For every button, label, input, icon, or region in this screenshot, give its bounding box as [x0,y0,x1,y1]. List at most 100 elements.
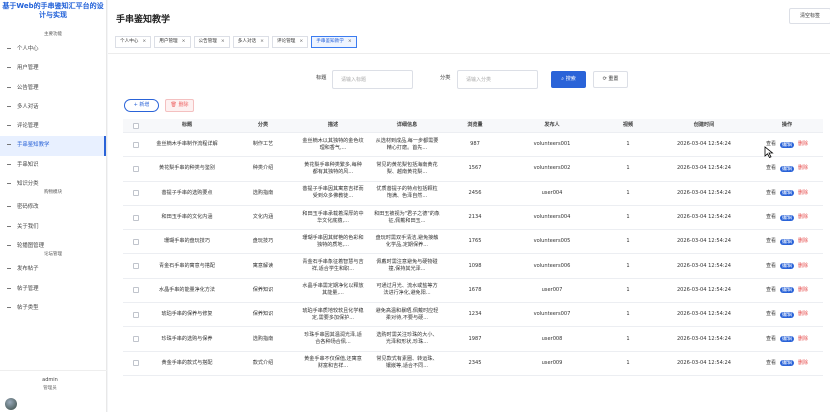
edit-button[interactable]: 编辑 [779,238,794,245]
edit-button[interactable]: 编辑 [779,190,794,197]
table-row: 金丝楠木手串制作流程详解 制作工艺 金丝楠木以其独特的金色纹理和香气,... 从选材到… [123,133,823,158]
sidebar-item-label: 轮播图管理 [17,242,44,249]
view-button[interactable]: 查看 [766,165,776,172]
sidebar-item-user-management[interactable]: 用户管理 [0,59,106,78]
cell-title: 菩提子手串的选购要点 [161,189,213,196]
sidebar-item-password[interactable]: 密码修改 [0,198,106,217]
reset-button[interactable]: ⟳ 重置 [593,71,628,88]
row-checkbox[interactable] [133,141,139,148]
cell-views: 2134 [468,214,482,221]
view-button[interactable]: 查看 [766,360,776,367]
edit-button[interactable]: 编辑 [779,141,794,148]
delete-button[interactable]: 删除 [798,214,808,221]
delete-button[interactable]: 删除 [798,165,808,172]
close-icon[interactable]: × [142,39,146,44]
cell-title: 和田玉手串的文化内涵 [161,214,213,221]
row-checkbox[interactable] [133,190,139,197]
row-checkbox[interactable] [133,287,139,294]
sidebar-item-personal-center[interactable]: 个人中心 [0,40,106,59]
edit-button[interactable]: 编辑 [779,263,794,270]
cell-detail: 选购时需关注珍珠的大小、光泽和形状,珍珠... [376,332,438,346]
view-button[interactable]: 查看 [766,190,776,197]
tab-announcement[interactable]: 公告管理 × [193,36,230,48]
add-button[interactable]: + 新增 [124,99,159,112]
cell-video: 1 [626,189,630,196]
search-button[interactable]: ⌕ 搜索 [551,71,586,88]
tab-user-management[interactable]: 用户管理 × [154,36,191,48]
view-button[interactable]: 查看 [766,238,776,245]
sidebar-item-post-management[interactable]: 帖子管理 [0,280,106,299]
tab-group-chat[interactable]: 多人对话 × [232,36,269,48]
cell-views: 1567 [468,165,482,172]
clear-tags-button[interactable]: 清空标签 [789,8,830,24]
view-button[interactable]: 查看 [766,263,776,270]
sidebar-item-about[interactable]: 关于我们 [0,218,106,237]
avatar[interactable] [5,398,17,410]
delete-button[interactable]: 删除 [798,287,808,294]
cell-views: 2456 [468,189,482,196]
cell-category: 盘玩技巧 [252,238,274,245]
cell-publisher: user009 [541,359,563,366]
table-row: 琥珀手串的保养与修复 保养知识 琥珀手串质地较软且化学稳定,需要多加保护... 避免高… [123,303,823,328]
close-icon[interactable]: × [221,39,225,44]
title-search-input[interactable] [332,70,413,89]
close-icon[interactable]: × [260,39,264,44]
view-button[interactable]: 查看 [766,214,776,221]
cell-views: 987 [470,141,480,148]
edit-button[interactable]: 编辑 [779,336,794,343]
delete-button[interactable]: 删除 [798,336,808,343]
delete-button[interactable]: 删除 [798,311,808,318]
cell-title: 珊瑚手串的盘玩技巧 [164,238,210,245]
edit-button[interactable]: 编辑 [779,311,794,318]
delete-button[interactable]: 删除 [798,238,808,245]
close-icon[interactable]: × [299,39,303,44]
sidebar-item-knowledge[interactable]: 手串知识 [0,156,106,175]
sidebar-item-knowledge-category[interactable]: 知识分类 [0,175,106,194]
delete-button[interactable]: 删除 [798,190,808,197]
edit-button[interactable]: 编辑 [779,165,794,172]
edit-button[interactable]: 编辑 [779,214,794,221]
row-checkbox[interactable] [133,238,139,245]
sidebar-item-carousel[interactable]: 轮播图管理 [0,237,106,256]
cell-detail: 佩戴时需注意避免与硬物碰撞,保持其光泽... [376,259,438,273]
sidebar-item-post-publish[interactable]: 发布帖子 [0,260,106,279]
cell-created: 2026-03-04 12:54:24 [676,141,732,148]
tab-teaching[interactable]: 手串鉴知教学 × [311,36,357,48]
view-button[interactable]: 查看 [766,287,776,294]
cell-publisher: volunteers007 [533,311,571,318]
category-search-input[interactable] [457,70,538,89]
sidebar-item-label: 帖子管理 [17,285,39,292]
cell-category: 选购指南 [252,189,274,196]
row-checkbox[interactable] [133,311,139,318]
edit-button[interactable]: 编辑 [779,360,794,367]
row-checkbox[interactable] [133,214,139,221]
delete-button[interactable]: 删除 [798,141,808,148]
sidebar-item-announcement[interactable]: 公告管理 [0,79,106,98]
sidebar-item-group-chat[interactable]: 多人对话 [0,98,106,117]
edit-button[interactable]: 编辑 [779,287,794,294]
cell-views: 1987 [468,335,482,342]
view-button[interactable]: 查看 [766,311,776,318]
batch-delete-button[interactable]: 🗑︎ 删除 [165,99,194,112]
delete-button[interactable]: 删除 [798,360,808,367]
sidebar-item-post-type[interactable]: 帖子类型 [0,299,106,318]
sidebar-item-teaching[interactable]: 手串鉴知教学 [0,136,106,157]
table-row: 黄花梨手串的种类与鉴别 种类介绍 黄花梨手串种类繁多,每种都有其独特的风... 常见的… [123,157,823,182]
row-checkbox[interactable] [133,336,139,343]
row-checkbox[interactable] [133,263,139,270]
sidebar-item-comments[interactable]: 评论管理 [0,117,106,136]
select-all-cell [127,119,145,132]
close-icon[interactable]: × [348,39,352,44]
cell-created: 2026-03-04 12:54:24 [676,214,732,221]
select-all-checkbox[interactable] [133,122,139,129]
delete-button[interactable]: 删除 [798,263,808,270]
sidebar-section-main: 主要功能 [44,32,62,37]
tab-personal-center[interactable]: 个人中心 × [115,36,152,48]
row-checkbox[interactable] [133,165,139,172]
dash-icon [7,67,11,69]
cell-title: 水晶手串的能量净化方法 [158,286,216,293]
tab-comments[interactable]: 评论管理 × [272,36,309,48]
close-icon[interactable]: × [182,39,186,44]
view-button[interactable]: 查看 [766,336,776,343]
row-checkbox[interactable] [133,360,139,367]
